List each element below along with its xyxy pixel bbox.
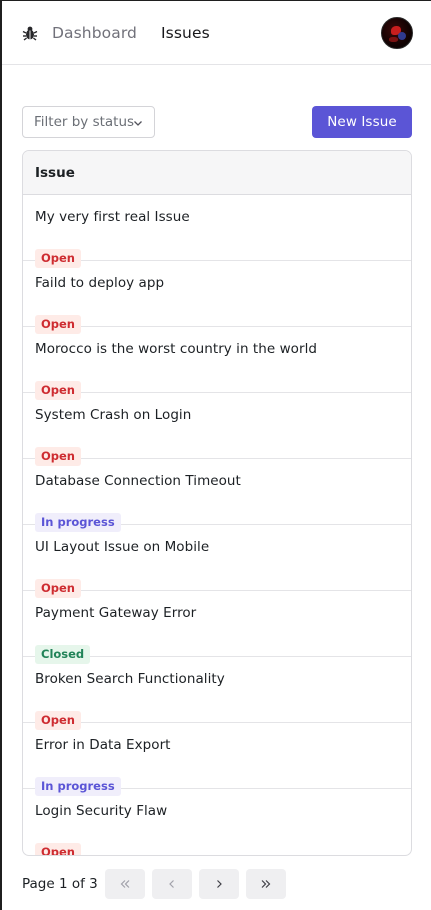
chevron-left-icon bbox=[168, 880, 174, 888]
issues-toolbar: Filter by status New Issue bbox=[22, 106, 412, 138]
issue-title-link[interactable]: My very first real Issue bbox=[35, 208, 399, 226]
table-row[interactable]: Payment Gateway Error Closed bbox=[23, 591, 411, 664]
status-filter-label: Filter by status bbox=[34, 114, 135, 130]
nav-link-dashboard[interactable]: Dashboard bbox=[52, 24, 137, 42]
table-row[interactable]: Error in Data Export In progress bbox=[23, 723, 411, 796]
issues-table: Issue My very first real Issue Open Faild … bbox=[22, 150, 412, 856]
status-badge: Closed bbox=[35, 645, 91, 664]
table-row[interactable]: Morocco is the worst country in the worl… bbox=[23, 327, 411, 400]
issue-title-link[interactable]: Database Connection Timeout bbox=[35, 472, 399, 490]
navbar: Dashboard Issues bbox=[2, 1, 431, 65]
table-header-issue: Issue bbox=[23, 151, 411, 195]
issue-title-link[interactable]: UI Layout Issue on Mobile bbox=[35, 538, 399, 556]
table-row[interactable]: Broken Search Functionality Open bbox=[23, 657, 411, 730]
table-row[interactable]: Faild to deploy app Open bbox=[23, 261, 411, 334]
issue-title-link[interactable]: Login Security Flaw bbox=[35, 802, 399, 820]
status-badge: Open bbox=[35, 579, 81, 598]
nav-link-issues[interactable]: Issues bbox=[161, 24, 210, 42]
issue-title-link[interactable]: Error in Data Export bbox=[35, 736, 399, 754]
table-row[interactable]: My very first real Issue Open bbox=[23, 195, 411, 268]
status-badge: Open bbox=[35, 711, 81, 730]
double-chevron-right-icon bbox=[261, 880, 271, 888]
status-badge: Open bbox=[35, 249, 81, 268]
issue-title-link[interactable]: Morocco is the worst country in the worl… bbox=[35, 340, 399, 358]
chevron-right-icon bbox=[216, 880, 222, 888]
status-filter-select[interactable]: Filter by status bbox=[22, 106, 155, 138]
issue-title-link[interactable]: Faild to deploy app bbox=[35, 274, 399, 292]
issue-title-link[interactable]: Broken Search Functionality bbox=[35, 670, 399, 688]
first-page-button[interactable] bbox=[104, 869, 145, 899]
pagination: Page 1 of 3 bbox=[22, 869, 293, 899]
issue-title-link[interactable]: Payment Gateway Error bbox=[35, 604, 399, 622]
issue-title-link[interactable]: System Crash on Login bbox=[35, 406, 399, 424]
status-badge: Open bbox=[35, 843, 81, 855]
double-chevron-left-icon bbox=[120, 880, 130, 888]
table-row[interactable]: UI Layout Issue on Mobile Open bbox=[23, 525, 411, 598]
previous-page-button[interactable] bbox=[151, 869, 192, 899]
bug-icon[interactable] bbox=[21, 24, 39, 42]
new-issue-button[interactable]: New Issue bbox=[312, 106, 412, 138]
status-badge: In progress bbox=[35, 513, 121, 532]
table-row[interactable]: Database Connection Timeout In progress bbox=[23, 459, 411, 532]
status-badge: In progress bbox=[35, 777, 121, 796]
status-badge: Open bbox=[35, 381, 81, 400]
status-badge: Open bbox=[35, 447, 81, 466]
next-page-button[interactable] bbox=[198, 869, 239, 899]
chevron-down-icon bbox=[134, 121, 142, 126]
avatar[interactable] bbox=[381, 17, 413, 49]
status-badge: Open bbox=[35, 315, 81, 334]
table-row[interactable]: System Crash on Login Open bbox=[23, 393, 411, 466]
table-row[interactable]: Login Security Flaw Open bbox=[23, 789, 411, 855]
last-page-button[interactable] bbox=[245, 869, 286, 899]
page-indicator: Page 1 of 3 bbox=[22, 876, 98, 892]
